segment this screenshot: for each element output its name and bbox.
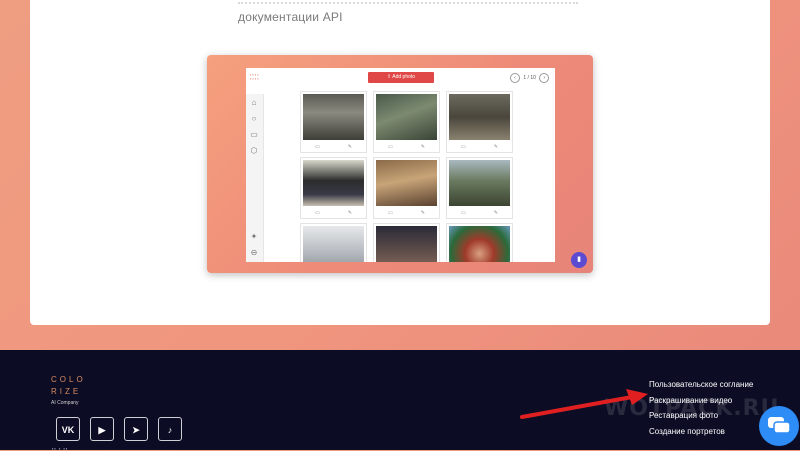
image-icon[interactable]: ▭	[388, 210, 393, 216]
photo-tile[interactable]	[373, 223, 440, 262]
photo-image	[303, 94, 364, 140]
photo-image	[449, 94, 510, 140]
edit-icon[interactable]: ✎	[494, 144, 498, 150]
footer-cropped-text: ▪▪ ▪ ▪▪	[52, 446, 69, 451]
chat-fab-button[interactable]: ▮	[571, 252, 587, 268]
chat-widget-button[interactable]	[759, 406, 799, 446]
video-icon[interactable]: ▭	[249, 130, 259, 140]
api-docs-text: документации API	[238, 10, 343, 24]
photo-image	[449, 226, 510, 262]
home-icon[interactable]: ⌂	[249, 98, 259, 108]
content-card: документации API ▪▪▪▪ ▪▪▪▪ ⇧ Add photo ‹ …	[30, 0, 770, 325]
image-icon[interactable]: ▭	[315, 144, 320, 150]
telegram-icon[interactable]: ➤	[124, 417, 148, 441]
site-footer: COLO RIZE AI Company VK ▶ ➤ ♪ ▪▪ ▪ ▪▪ WOTPA…	[0, 350, 800, 451]
photo-image	[376, 94, 437, 140]
photo-tile[interactable]: ▭ ✎	[373, 157, 440, 219]
footer-logo[interactable]: COLO RIZE	[51, 374, 86, 398]
chat-icon	[768, 417, 791, 434]
edit-icon[interactable]: ✎	[348, 144, 352, 150]
social-links: VK ▶ ➤ ♪	[56, 417, 192, 443]
photo-tile[interactable]: ▭ ✎	[300, 157, 367, 219]
image-icon[interactable]: ▭	[388, 144, 393, 150]
image-icon[interactable]: ▭	[461, 210, 466, 216]
pager: ‹ 1 / 10 ›	[508, 72, 552, 84]
photo-tile[interactable]: ▭ ✎	[446, 91, 513, 153]
photo-tile[interactable]	[300, 223, 367, 262]
footer-link-photo-restoration[interactable]: Реставрация фото	[649, 408, 753, 424]
app-sidebar: ⌂ ○ ▭ ⬡ ✦ ⊖	[246, 94, 264, 262]
add-photo-button[interactable]: ⇧ Add photo	[368, 72, 434, 83]
photo-image	[303, 226, 364, 262]
photo-tile[interactable]: ▭ ✎	[446, 157, 513, 219]
edit-icon[interactable]: ✎	[421, 210, 425, 216]
page-counter: 1 / 10	[523, 75, 536, 81]
vk-icon[interactable]: VK	[56, 417, 80, 441]
next-page-button[interactable]: ›	[539, 73, 550, 83]
photo-tile[interactable]: ▭ ✎	[300, 91, 367, 153]
tiktok-icon[interactable]: ♪	[158, 417, 182, 441]
cropped-text-line	[238, 0, 578, 4]
edit-icon[interactable]: ✎	[348, 210, 352, 216]
footer-link-video-colorization[interactable]: Раскрашивание видео	[649, 393, 753, 409]
photo-tile[interactable]: ▭ ✎	[373, 91, 440, 153]
settings-icon[interactable]: ⬡	[249, 146, 259, 156]
logout-icon[interactable]: ⊖	[249, 248, 259, 258]
image-icon[interactable]: ▭	[461, 144, 466, 150]
footer-link-user-agreement[interactable]: Пользовательское соглание	[649, 377, 753, 393]
footer-link-portraits[interactable]: Создание портретов	[649, 424, 753, 440]
edit-icon[interactable]: ✎	[494, 210, 498, 216]
annotation-arrow-icon	[520, 389, 648, 419]
app-topbar: ▪▪▪▪ ▪▪▪▪ ⇧ Add photo ‹ 1 / 10 ›	[246, 68, 555, 90]
app-logo: ▪▪▪▪ ▪▪▪▪	[250, 72, 260, 81]
app-window: ▪▪▪▪ ▪▪▪▪ ⇧ Add photo ‹ 1 / 10 › ⌂ ○ ▭ ⬡ …	[246, 68, 555, 262]
prev-page-button[interactable]: ‹	[510, 73, 520, 83]
app-preview: ▪▪▪▪ ▪▪▪▪ ⇧ Add photo ‹ 1 / 10 › ⌂ ○ ▭ ⬡ …	[207, 55, 593, 273]
twitter-icon[interactable]: ✦	[249, 232, 259, 242]
photo-tile[interactable]	[446, 223, 513, 262]
user-icon[interactable]: ○	[249, 114, 259, 124]
photo-image	[303, 160, 364, 206]
footer-links: Пользовательское соглание Раскрашивание …	[649, 377, 753, 439]
photo-image	[376, 160, 437, 206]
edit-icon[interactable]: ✎	[421, 144, 425, 150]
photo-image	[449, 160, 510, 206]
photo-grid: ▭ ✎ ▭ ✎ ▭ ✎ ▭ ✎ ▭ ✎ ▭ ✎	[300, 91, 514, 262]
image-icon[interactable]: ▭	[315, 210, 320, 216]
footer-logo-subtitle: AI Company	[51, 400, 79, 406]
youtube-icon[interactable]: ▶	[90, 417, 114, 441]
photo-image	[376, 226, 437, 262]
